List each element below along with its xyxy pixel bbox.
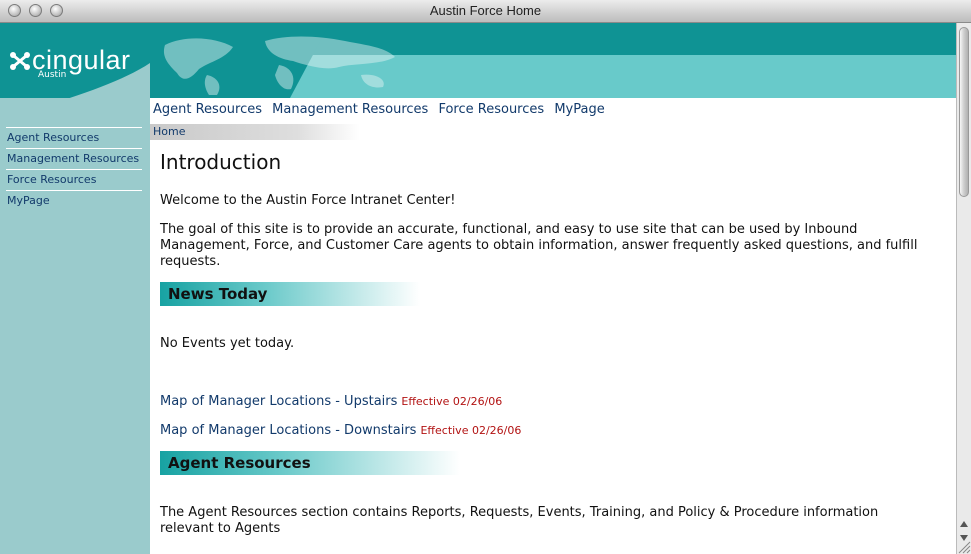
map-upstairs-link[interactable]: Map of Manager Locations - Upstairs	[160, 394, 397, 409]
topnav-management-resources[interactable]: Management Resources	[272, 102, 428, 117]
vertical-scrollbar[interactable]	[956, 23, 971, 554]
no-events-text: No Events yet today.	[160, 336, 295, 351]
breadcrumb: Home	[150, 124, 360, 140]
link-row-downstairs: Map of Manager Locations - Downstairs Eff…	[160, 423, 521, 439]
page-content: cingular Austin Agent Resources Manageme…	[0, 23, 956, 554]
page-title: Introduction	[160, 150, 282, 174]
agent-text-line-1: The Agent Resources section contains Rep…	[160, 505, 879, 520]
browser-window: Austin Force Home cingular Austin Agent …	[0, 0, 971, 554]
news-today-header: News Today	[160, 282, 420, 306]
agent-resources-header: Agent Resources	[160, 451, 460, 475]
welcome-text: Welcome to the Austin Force Intranet Cen…	[160, 193, 456, 208]
sidebar: Agent Resources Management Resources For…	[0, 98, 150, 554]
goal-text-line-3: requests.	[160, 254, 221, 269]
topnav-force-resources[interactable]: Force Resources	[438, 102, 544, 117]
title-bar: Austin Force Home	[0, 0, 971, 23]
scroll-up-arrow-icon[interactable]	[960, 521, 968, 527]
sidebar-item-force-resources[interactable]: Force Resources	[6, 169, 142, 190]
downstairs-effective-date: Effective 02/26/06	[420, 424, 522, 437]
goal-text-line-1: The goal of this site is to provide an a…	[160, 222, 858, 237]
cingular-logo-icon	[10, 52, 30, 70]
topnav-agent-resources[interactable]: Agent Resources	[153, 102, 262, 117]
agent-text-line-2: relevant to Agents	[160, 521, 281, 536]
breadcrumb-home-link[interactable]: Home	[153, 125, 185, 138]
sidebar-item-management-resources[interactable]: Management Resources	[6, 148, 142, 169]
top-navigation: Agent Resources Management Resources For…	[153, 102, 611, 117]
agent-resources-title: Agent Resources	[168, 454, 311, 472]
logo-subtitle: Austin	[38, 70, 67, 80]
upstairs-effective-date: Effective 02/26/06	[401, 395, 503, 408]
site-header: cingular Austin	[0, 23, 956, 123]
scrollbar-thumb[interactable]	[959, 27, 969, 197]
window-title: Austin Force Home	[429, 3, 542, 18]
world-map-graphic	[163, 36, 395, 95]
topnav-mypage[interactable]: MyPage	[554, 102, 604, 117]
sidebar-item-agent-resources[interactable]: Agent Resources	[6, 127, 142, 148]
news-today-title: News Today	[168, 285, 268, 303]
sidebar-item-mypage[interactable]: MyPage	[6, 190, 142, 211]
map-downstairs-link[interactable]: Map of Manager Locations - Downstairs	[160, 423, 416, 438]
resize-grip-icon[interactable]	[957, 539, 971, 554]
sidebar-nav: Agent Resources Management Resources For…	[6, 127, 142, 211]
link-row-upstairs: Map of Manager Locations - Upstairs Effec…	[160, 394, 502, 410]
goal-text-line-2: Management, Force, and Customer Care age…	[160, 238, 918, 253]
